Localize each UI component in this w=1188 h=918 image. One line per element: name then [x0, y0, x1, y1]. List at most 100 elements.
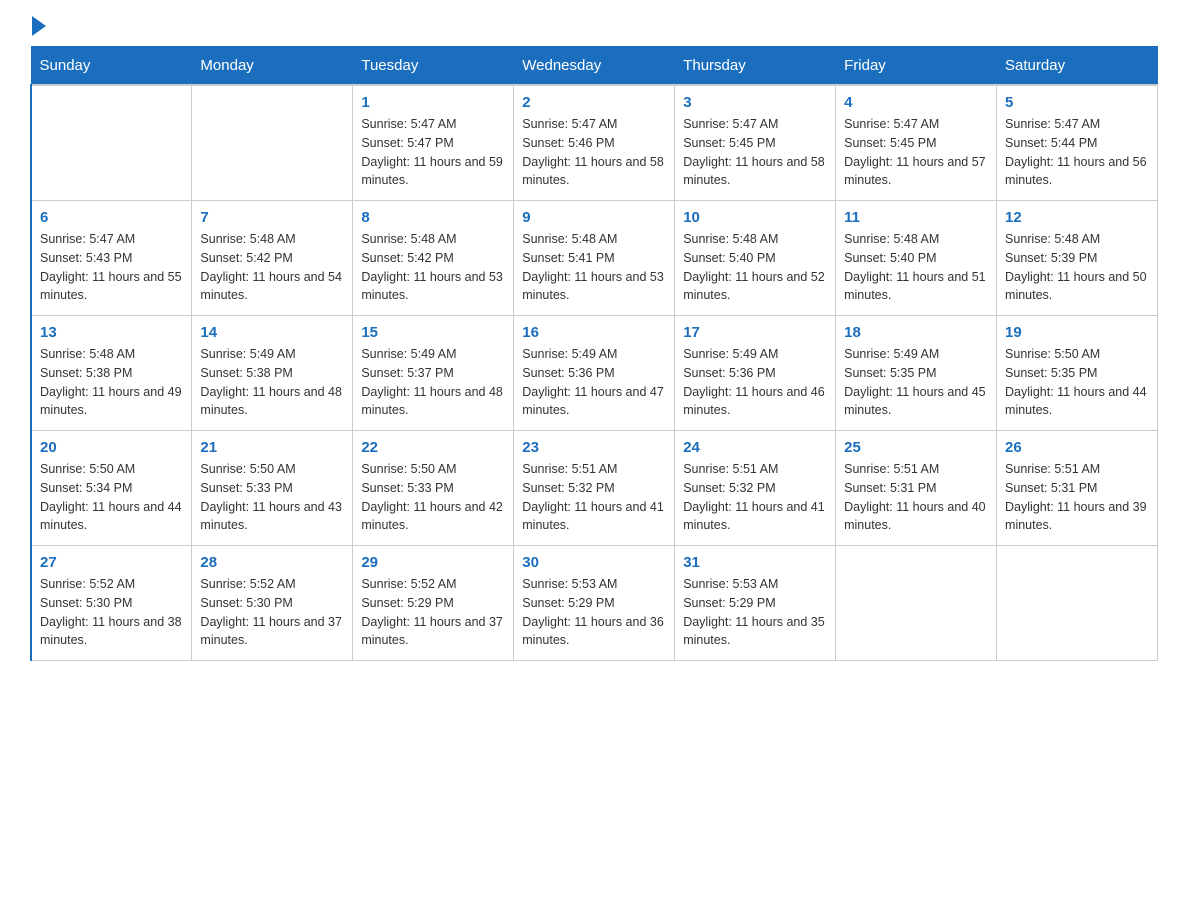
day-number: 22 [361, 439, 505, 456]
day-number: 12 [1005, 209, 1149, 226]
day-info: Sunrise: 5:52 AMSunset: 5:30 PMDaylight:… [200, 575, 344, 650]
day-number: 19 [1005, 324, 1149, 341]
day-number: 14 [200, 324, 344, 341]
weekday-header-monday: Monday [192, 47, 353, 86]
calendar-cell: 29Sunrise: 5:52 AMSunset: 5:29 PMDayligh… [353, 546, 514, 661]
day-number: 29 [361, 554, 505, 571]
day-info: Sunrise: 5:51 AMSunset: 5:32 PMDaylight:… [522, 460, 666, 535]
weekday-header-saturday: Saturday [997, 47, 1158, 86]
logo [30, 20, 46, 36]
calendar-cell: 8 Sunrise: 5:48 AMSunset: 5:42 PMDaylight… [353, 201, 514, 316]
calendar-week-3: 13Sunrise: 5:48 AMSunset: 5:38 PMDayligh… [31, 316, 1158, 431]
calendar-cell: 7 Sunrise: 5:48 AMSunset: 5:42 PMDaylight… [192, 201, 353, 316]
calendar-cell: 9Sunrise: 5:48 AMSunset: 5:41 PMDaylight… [514, 201, 675, 316]
calendar-cell: 11Sunrise: 5:48 AMSunset: 5:40 PMDayligh… [836, 201, 997, 316]
day-number: 7 [200, 209, 344, 226]
calendar-cell: 23 Sunrise: 5:51 AMSunset: 5:32 PMDayligh… [514, 431, 675, 546]
day-info: Sunrise: 5:52 AMSunset: 5:30 PMDaylight:… [40, 575, 183, 650]
weekday-header-thursday: Thursday [675, 47, 836, 86]
calendar-cell: 12 Sunrise: 5:48 AMSunset: 5:39 PMDayligh… [997, 201, 1158, 316]
calendar-cell: 21 Sunrise: 5:50 AMSunset: 5:33 PMDayligh… [192, 431, 353, 546]
calendar-header-row: SundayMondayTuesdayWednesdayThursdayFrid… [31, 47, 1158, 86]
day-info: Sunrise: 5:48 AMSunset: 5:38 PMDaylight:… [40, 345, 183, 420]
day-info: Sunrise: 5:48 AMSunset: 5:40 PMDaylight:… [683, 230, 827, 305]
day-info: Sunrise: 5:47 AMSunset: 5:45 PMDaylight:… [683, 115, 827, 190]
day-info: Sunrise: 5:48 AMSunset: 5:39 PMDaylight:… [1005, 230, 1149, 305]
day-number: 4 [844, 94, 988, 111]
calendar-table: SundayMondayTuesdayWednesdayThursdayFrid… [30, 46, 1158, 661]
day-info: Sunrise: 5:50 AMSunset: 5:34 PMDaylight:… [40, 460, 183, 535]
day-number: 31 [683, 554, 827, 571]
calendar-cell [997, 546, 1158, 661]
calendar-cell: 3 Sunrise: 5:47 AMSunset: 5:45 PMDaylight… [675, 85, 836, 201]
page-header [30, 20, 1158, 36]
calendar-cell: 30Sunrise: 5:53 AMSunset: 5:29 PMDayligh… [514, 546, 675, 661]
day-number: 17 [683, 324, 827, 341]
weekday-header-sunday: Sunday [31, 47, 192, 86]
day-number: 1 [361, 94, 505, 111]
calendar-cell: 13Sunrise: 5:48 AMSunset: 5:38 PMDayligh… [31, 316, 192, 431]
calendar-cell: 22Sunrise: 5:50 AMSunset: 5:33 PMDayligh… [353, 431, 514, 546]
calendar-cell: 18 Sunrise: 5:49 AMSunset: 5:35 PMDayligh… [836, 316, 997, 431]
calendar-cell: 24 Sunrise: 5:51 AMSunset: 5:32 PMDayligh… [675, 431, 836, 546]
day-number: 24 [683, 439, 827, 456]
day-info: Sunrise: 5:47 AMSunset: 5:46 PMDaylight:… [522, 115, 666, 190]
calendar-cell: 16 Sunrise: 5:49 AMSunset: 5:36 PMDayligh… [514, 316, 675, 431]
day-info: Sunrise: 5:49 AMSunset: 5:36 PMDaylight:… [522, 345, 666, 420]
day-number: 20 [40, 439, 183, 456]
day-info: Sunrise: 5:47 AMSunset: 5:45 PMDaylight:… [844, 115, 988, 190]
day-info: Sunrise: 5:49 AMSunset: 5:36 PMDaylight:… [683, 345, 827, 420]
calendar-cell: 31 Sunrise: 5:53 AMSunset: 5:29 PMDayligh… [675, 546, 836, 661]
day-info: Sunrise: 5:51 AMSunset: 5:32 PMDaylight:… [683, 460, 827, 535]
day-number: 28 [200, 554, 344, 571]
calendar-week-1: 1 Sunrise: 5:47 AMSunset: 5:47 PMDaylight… [31, 85, 1158, 201]
day-info: Sunrise: 5:48 AMSunset: 5:40 PMDaylight:… [844, 230, 988, 305]
day-info: Sunrise: 5:48 AMSunset: 5:42 PMDaylight:… [200, 230, 344, 305]
calendar-cell [836, 546, 997, 661]
day-number: 21 [200, 439, 344, 456]
day-info: Sunrise: 5:51 AMSunset: 5:31 PMDaylight:… [844, 460, 988, 535]
day-info: Sunrise: 5:47 AMSunset: 5:43 PMDaylight:… [40, 230, 183, 305]
calendar-cell: 19Sunrise: 5:50 AMSunset: 5:35 PMDayligh… [997, 316, 1158, 431]
day-info: Sunrise: 5:49 AMSunset: 5:38 PMDaylight:… [200, 345, 344, 420]
day-number: 23 [522, 439, 666, 456]
calendar-week-5: 27 Sunrise: 5:52 AMSunset: 5:30 PMDayligh… [31, 546, 1158, 661]
calendar-cell: 4 Sunrise: 5:47 AMSunset: 5:45 PMDaylight… [836, 85, 997, 201]
day-number: 15 [361, 324, 505, 341]
day-number: 5 [1005, 94, 1149, 111]
calendar-week-2: 6 Sunrise: 5:47 AMSunset: 5:43 PMDaylight… [31, 201, 1158, 316]
calendar-cell: 25 Sunrise: 5:51 AMSunset: 5:31 PMDayligh… [836, 431, 997, 546]
day-info: Sunrise: 5:47 AMSunset: 5:47 PMDaylight:… [361, 115, 505, 190]
calendar-cell: 1 Sunrise: 5:47 AMSunset: 5:47 PMDaylight… [353, 85, 514, 201]
day-info: Sunrise: 5:51 AMSunset: 5:31 PMDaylight:… [1005, 460, 1149, 535]
calendar-cell [31, 85, 192, 201]
day-number: 25 [844, 439, 988, 456]
calendar-cell: 10 Sunrise: 5:48 AMSunset: 5:40 PMDayligh… [675, 201, 836, 316]
day-number: 9 [522, 209, 666, 226]
calendar-cell: 15 Sunrise: 5:49 AMSunset: 5:37 PMDayligh… [353, 316, 514, 431]
calendar-cell: 17 Sunrise: 5:49 AMSunset: 5:36 PMDayligh… [675, 316, 836, 431]
calendar-week-4: 20 Sunrise: 5:50 AMSunset: 5:34 PMDayligh… [31, 431, 1158, 546]
day-number: 2 [522, 94, 666, 111]
day-number: 16 [522, 324, 666, 341]
day-info: Sunrise: 5:48 AMSunset: 5:42 PMDaylight:… [361, 230, 505, 305]
calendar-cell: 28 Sunrise: 5:52 AMSunset: 5:30 PMDayligh… [192, 546, 353, 661]
calendar-cell: 26 Sunrise: 5:51 AMSunset: 5:31 PMDayligh… [997, 431, 1158, 546]
calendar-cell: 14 Sunrise: 5:49 AMSunset: 5:38 PMDayligh… [192, 316, 353, 431]
day-number: 26 [1005, 439, 1149, 456]
day-number: 27 [40, 554, 183, 571]
calendar-cell: 5 Sunrise: 5:47 AMSunset: 5:44 PMDaylight… [997, 85, 1158, 201]
day-number: 18 [844, 324, 988, 341]
day-number: 8 [361, 209, 505, 226]
calendar-cell: 6 Sunrise: 5:47 AMSunset: 5:43 PMDaylight… [31, 201, 192, 316]
day-number: 3 [683, 94, 827, 111]
day-number: 10 [683, 209, 827, 226]
day-info: Sunrise: 5:47 AMSunset: 5:44 PMDaylight:… [1005, 115, 1149, 190]
weekday-header-tuesday: Tuesday [353, 47, 514, 86]
day-info: Sunrise: 5:53 AMSunset: 5:29 PMDaylight:… [683, 575, 827, 650]
day-info: Sunrise: 5:49 AMSunset: 5:35 PMDaylight:… [844, 345, 988, 420]
day-info: Sunrise: 5:49 AMSunset: 5:37 PMDaylight:… [361, 345, 505, 420]
day-info: Sunrise: 5:50 AMSunset: 5:33 PMDaylight:… [200, 460, 344, 535]
day-number: 6 [40, 209, 183, 226]
day-number: 30 [522, 554, 666, 571]
